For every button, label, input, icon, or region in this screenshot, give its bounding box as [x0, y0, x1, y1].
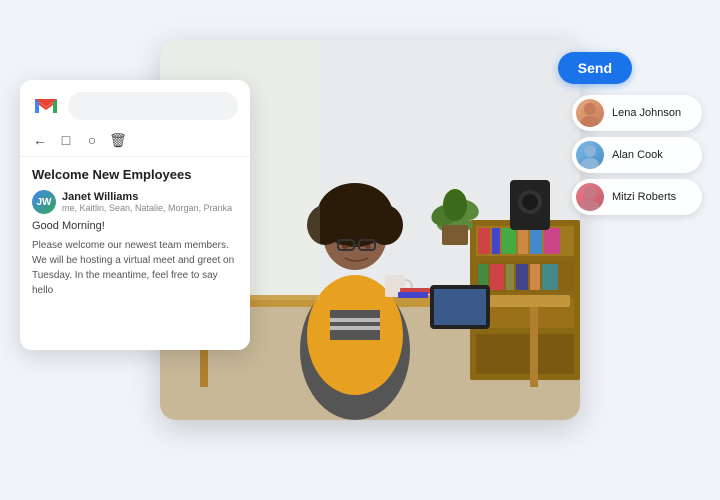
- recipient-avatar-3: [576, 183, 604, 211]
- recipient-card-1: Lena Johnson: [572, 95, 702, 131]
- recipient-card-2: Alan Cook: [572, 137, 702, 173]
- sender-avatar: JW: [32, 190, 56, 214]
- email-greeting: Good Morning!: [32, 220, 238, 232]
- gmail-card: ← □ ○ 🗑 Welcome New Employees JW Janet W…: [20, 80, 250, 350]
- refresh-icon[interactable]: ○: [84, 132, 100, 148]
- recipient-name-2: Alan Cook: [612, 149, 663, 161]
- delete-icon[interactable]: 🗑: [110, 132, 126, 148]
- back-icon[interactable]: ←: [32, 132, 48, 148]
- email-subject: Welcome New Employees: [32, 167, 238, 182]
- recipient-avatar-1: [576, 99, 604, 127]
- gmail-header: ← □ ○ 🗑: [20, 80, 250, 157]
- sender-recipients: me, Kaitlin, Sean, Natalie, Morgan, Pran…: [62, 203, 238, 213]
- sender-info: Janet Williams me, Kaitlin, Sean, Natali…: [62, 191, 238, 213]
- gmail-body: Welcome New Employees JW Janet Williams …: [20, 157, 250, 308]
- gmail-logo-icon: [32, 92, 60, 120]
- recipient-name-1: Lena Johnson: [612, 107, 681, 119]
- recipient-card-3: Mitzi Roberts: [572, 179, 702, 215]
- send-button[interactable]: Send: [558, 52, 632, 84]
- gmail-toolbar: ← □ ○ 🗑: [32, 128, 238, 148]
- sender-name: Janet Williams: [62, 191, 238, 203]
- gmail-search-bar[interactable]: [68, 92, 238, 120]
- recipients-panel: Lena Johnson Alan Cook Mitzi Roberts: [572, 95, 702, 215]
- email-sender-row: JW Janet Williams me, Kaitlin, Sean, Nat…: [32, 190, 238, 214]
- recipient-avatar-2: [576, 141, 604, 169]
- archive-icon[interactable]: □: [58, 132, 74, 148]
- scene: ← □ ○ 🗑 Welcome New Employees JW Janet W…: [0, 0, 720, 500]
- email-body-text: Please welcome our newest team members. …: [32, 238, 238, 298]
- gmail-logo-row: [32, 92, 238, 120]
- recipient-name-3: Mitzi Roberts: [612, 191, 676, 203]
